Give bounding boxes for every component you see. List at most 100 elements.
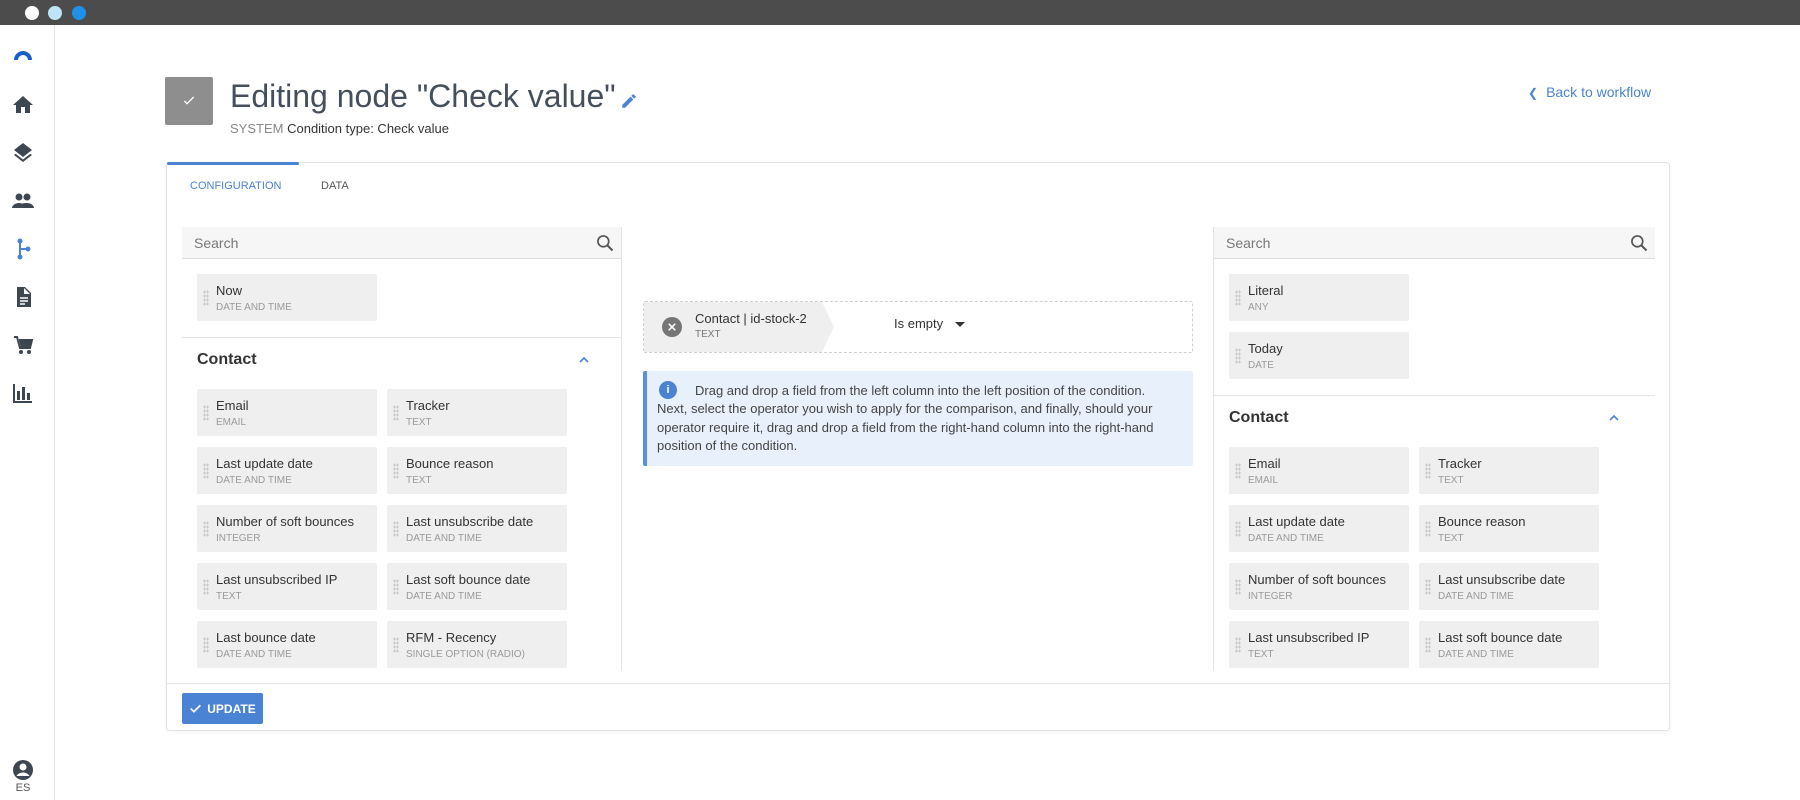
field-name: Last unsubscribe date: [406, 514, 534, 529]
field-type: INTEGER: [1248, 591, 1293, 602]
account-icon[interactable]: [9, 756, 37, 784]
search-icon[interactable]: [1629, 233, 1649, 253]
field-type: DATE AND TIME: [1248, 533, 1324, 544]
field-bounce-reason[interactable]: Bounce reason TEXT: [1419, 505, 1599, 552]
drag-handle-icon[interactable]: [393, 637, 399, 653]
field-name: Last bounce date: [216, 630, 316, 645]
info-text: Drag and drop a field from the left colu…: [657, 383, 1154, 454]
drag-handle-icon[interactable]: [1235, 579, 1241, 595]
right-search-input[interactable]: [1214, 227, 1589, 259]
window-close-dot[interactable]: [25, 6, 39, 20]
close-icon: [668, 323, 676, 331]
layers-icon[interactable]: [9, 139, 37, 167]
drag-handle-icon[interactable]: [1425, 463, 1431, 479]
condition-dropzone[interactable]: Contact | id-stock-2 TEXT Is empty: [643, 301, 1193, 353]
update-button[interactable]: Update: [182, 693, 263, 724]
field-name: Now: [216, 283, 243, 298]
tab-configuration[interactable]: Configuration: [167, 162, 304, 209]
chevron-up-icon[interactable]: [1606, 410, 1622, 426]
field-number-of-soft-bounces[interactable]: Number of soft bounces INTEGER: [197, 505, 377, 552]
drag-handle-icon[interactable]: [393, 463, 399, 479]
condition-left-field[interactable]: Contact | id-stock-2 TEXT: [644, 302, 834, 352]
field-number-of-soft-bounces[interactable]: Number of soft bounces INTEGER: [1229, 563, 1409, 610]
drag-handle-icon[interactable]: [203, 405, 209, 421]
drag-handle-icon[interactable]: [393, 521, 399, 537]
node-subtitle: SYSTEM Condition type: Check value: [230, 121, 449, 136]
field-last-update-date[interactable]: Last update date DATE AND TIME: [1229, 505, 1409, 552]
field-name: Last update date: [216, 456, 313, 471]
chart-icon[interactable]: [9, 379, 37, 407]
drag-handle-icon[interactable]: [1235, 463, 1241, 479]
field-type: TEXT: [406, 417, 432, 428]
field-name: Last unsubscribe date: [1438, 572, 1566, 587]
field-last-unsubscribed-ip[interactable]: Last unsubscribed IP TEXT: [197, 563, 377, 610]
field-tracker[interactable]: Tracker TEXT: [387, 389, 567, 436]
drag-handle-icon[interactable]: [1235, 521, 1241, 537]
field-name: Literal: [1248, 283, 1284, 298]
drag-handle-icon[interactable]: [203, 579, 209, 595]
field-last-update-date[interactable]: Last update date DATE AND TIME: [197, 447, 377, 494]
drag-handle-icon[interactable]: [1425, 637, 1431, 653]
drag-handle-icon[interactable]: [203, 637, 209, 653]
window-minimize-dot[interactable]: [48, 6, 62, 20]
home-icon[interactable]: [9, 91, 37, 119]
field-bounce-reason[interactable]: Bounce reason TEXT: [387, 447, 567, 494]
workflow-icon[interactable]: [5, 231, 41, 267]
field-type: SINGLE OPTION (RADIO): [406, 649, 525, 660]
field-email[interactable]: Email EMAIL: [1229, 447, 1409, 494]
logo-icon[interactable]: [9, 42, 37, 70]
window-maximize-dot[interactable]: [72, 6, 86, 20]
check-icon: [183, 96, 195, 105]
document-icon[interactable]: [9, 283, 37, 311]
drag-handle-icon[interactable]: [1235, 290, 1241, 306]
sidebar: ES: [0, 25, 55, 800]
node-type-badge: [165, 77, 213, 125]
drag-handle-icon[interactable]: [203, 290, 209, 306]
remove-field-button[interactable]: [662, 317, 682, 337]
field-last-soft-bounce-date[interactable]: Last soft bounce date DATE AND TIME: [1419, 621, 1599, 668]
field-type: DATE AND TIME: [216, 302, 292, 313]
field-literal[interactable]: Literal ANY: [1229, 274, 1409, 321]
drag-handle-icon[interactable]: [1235, 348, 1241, 364]
field-last-unsubscribe-date[interactable]: Last unsubscribe date DATE AND TIME: [1419, 563, 1599, 610]
search-icon[interactable]: [595, 233, 615, 253]
chevron-up-icon[interactable]: [576, 352, 592, 368]
drag-handle-icon[interactable]: [203, 521, 209, 537]
operator-value: Is empty: [894, 316, 944, 331]
field-name: Number of soft bounces: [1248, 572, 1387, 587]
field-last-unsubscribed-ip[interactable]: Last unsubscribed IP TEXT: [1229, 621, 1409, 668]
drag-handle-icon[interactable]: [1425, 579, 1431, 595]
field-rfm-recency[interactable]: RFM - Recency SINGLE OPTION (RADIO): [387, 621, 567, 668]
field-last-bounce-date[interactable]: Last bounce date DATE AND TIME: [197, 621, 377, 668]
field-email[interactable]: Email EMAIL: [197, 389, 377, 436]
field-name: Last update date: [1248, 514, 1345, 529]
field-type: TEXT: [216, 591, 242, 602]
window-titlebar: [0, 0, 1800, 25]
tab-data[interactable]: Data: [298, 163, 372, 209]
field-last-unsubscribe-date[interactable]: Last unsubscribe date DATE AND TIME: [387, 505, 567, 552]
cart-icon[interactable]: [9, 331, 37, 359]
field-tracker[interactable]: Tracker TEXT: [1419, 447, 1599, 494]
drag-handle-icon[interactable]: [1425, 521, 1431, 537]
drag-handle-icon[interactable]: [393, 405, 399, 421]
left-search-box: [182, 227, 621, 259]
operator-select[interactable]: Is empty: [894, 316, 966, 331]
field-type: DATE AND TIME: [1438, 591, 1514, 602]
people-icon[interactable]: [9, 187, 37, 215]
info-box: i Drag and drop a field from the left co…: [643, 371, 1193, 466]
card-footer-divider: [167, 683, 1669, 684]
field-name: Last soft bounce date: [406, 572, 531, 587]
edit-pencil-icon[interactable]: [620, 92, 638, 110]
drag-handle-icon[interactable]: [203, 463, 209, 479]
condition-type-label: Condition type: Check value: [287, 121, 449, 136]
drag-handle-icon[interactable]: [393, 579, 399, 595]
back-to-workflow-link[interactable]: ❮ Back to workflow: [1528, 84, 1651, 100]
field-type: DATE AND TIME: [1438, 649, 1514, 660]
left-search-input[interactable]: [182, 227, 556, 259]
condition-field-name: Contact | id-stock-2: [695, 311, 807, 326]
field-now[interactable]: Now DATE AND TIME: [197, 274, 377, 321]
language-label[interactable]: ES: [0, 782, 46, 794]
field-last-soft-bounce-date[interactable]: Last soft bounce date DATE AND TIME: [387, 563, 567, 610]
drag-handle-icon[interactable]: [1235, 637, 1241, 653]
field-today[interactable]: Today DATE: [1229, 332, 1409, 379]
